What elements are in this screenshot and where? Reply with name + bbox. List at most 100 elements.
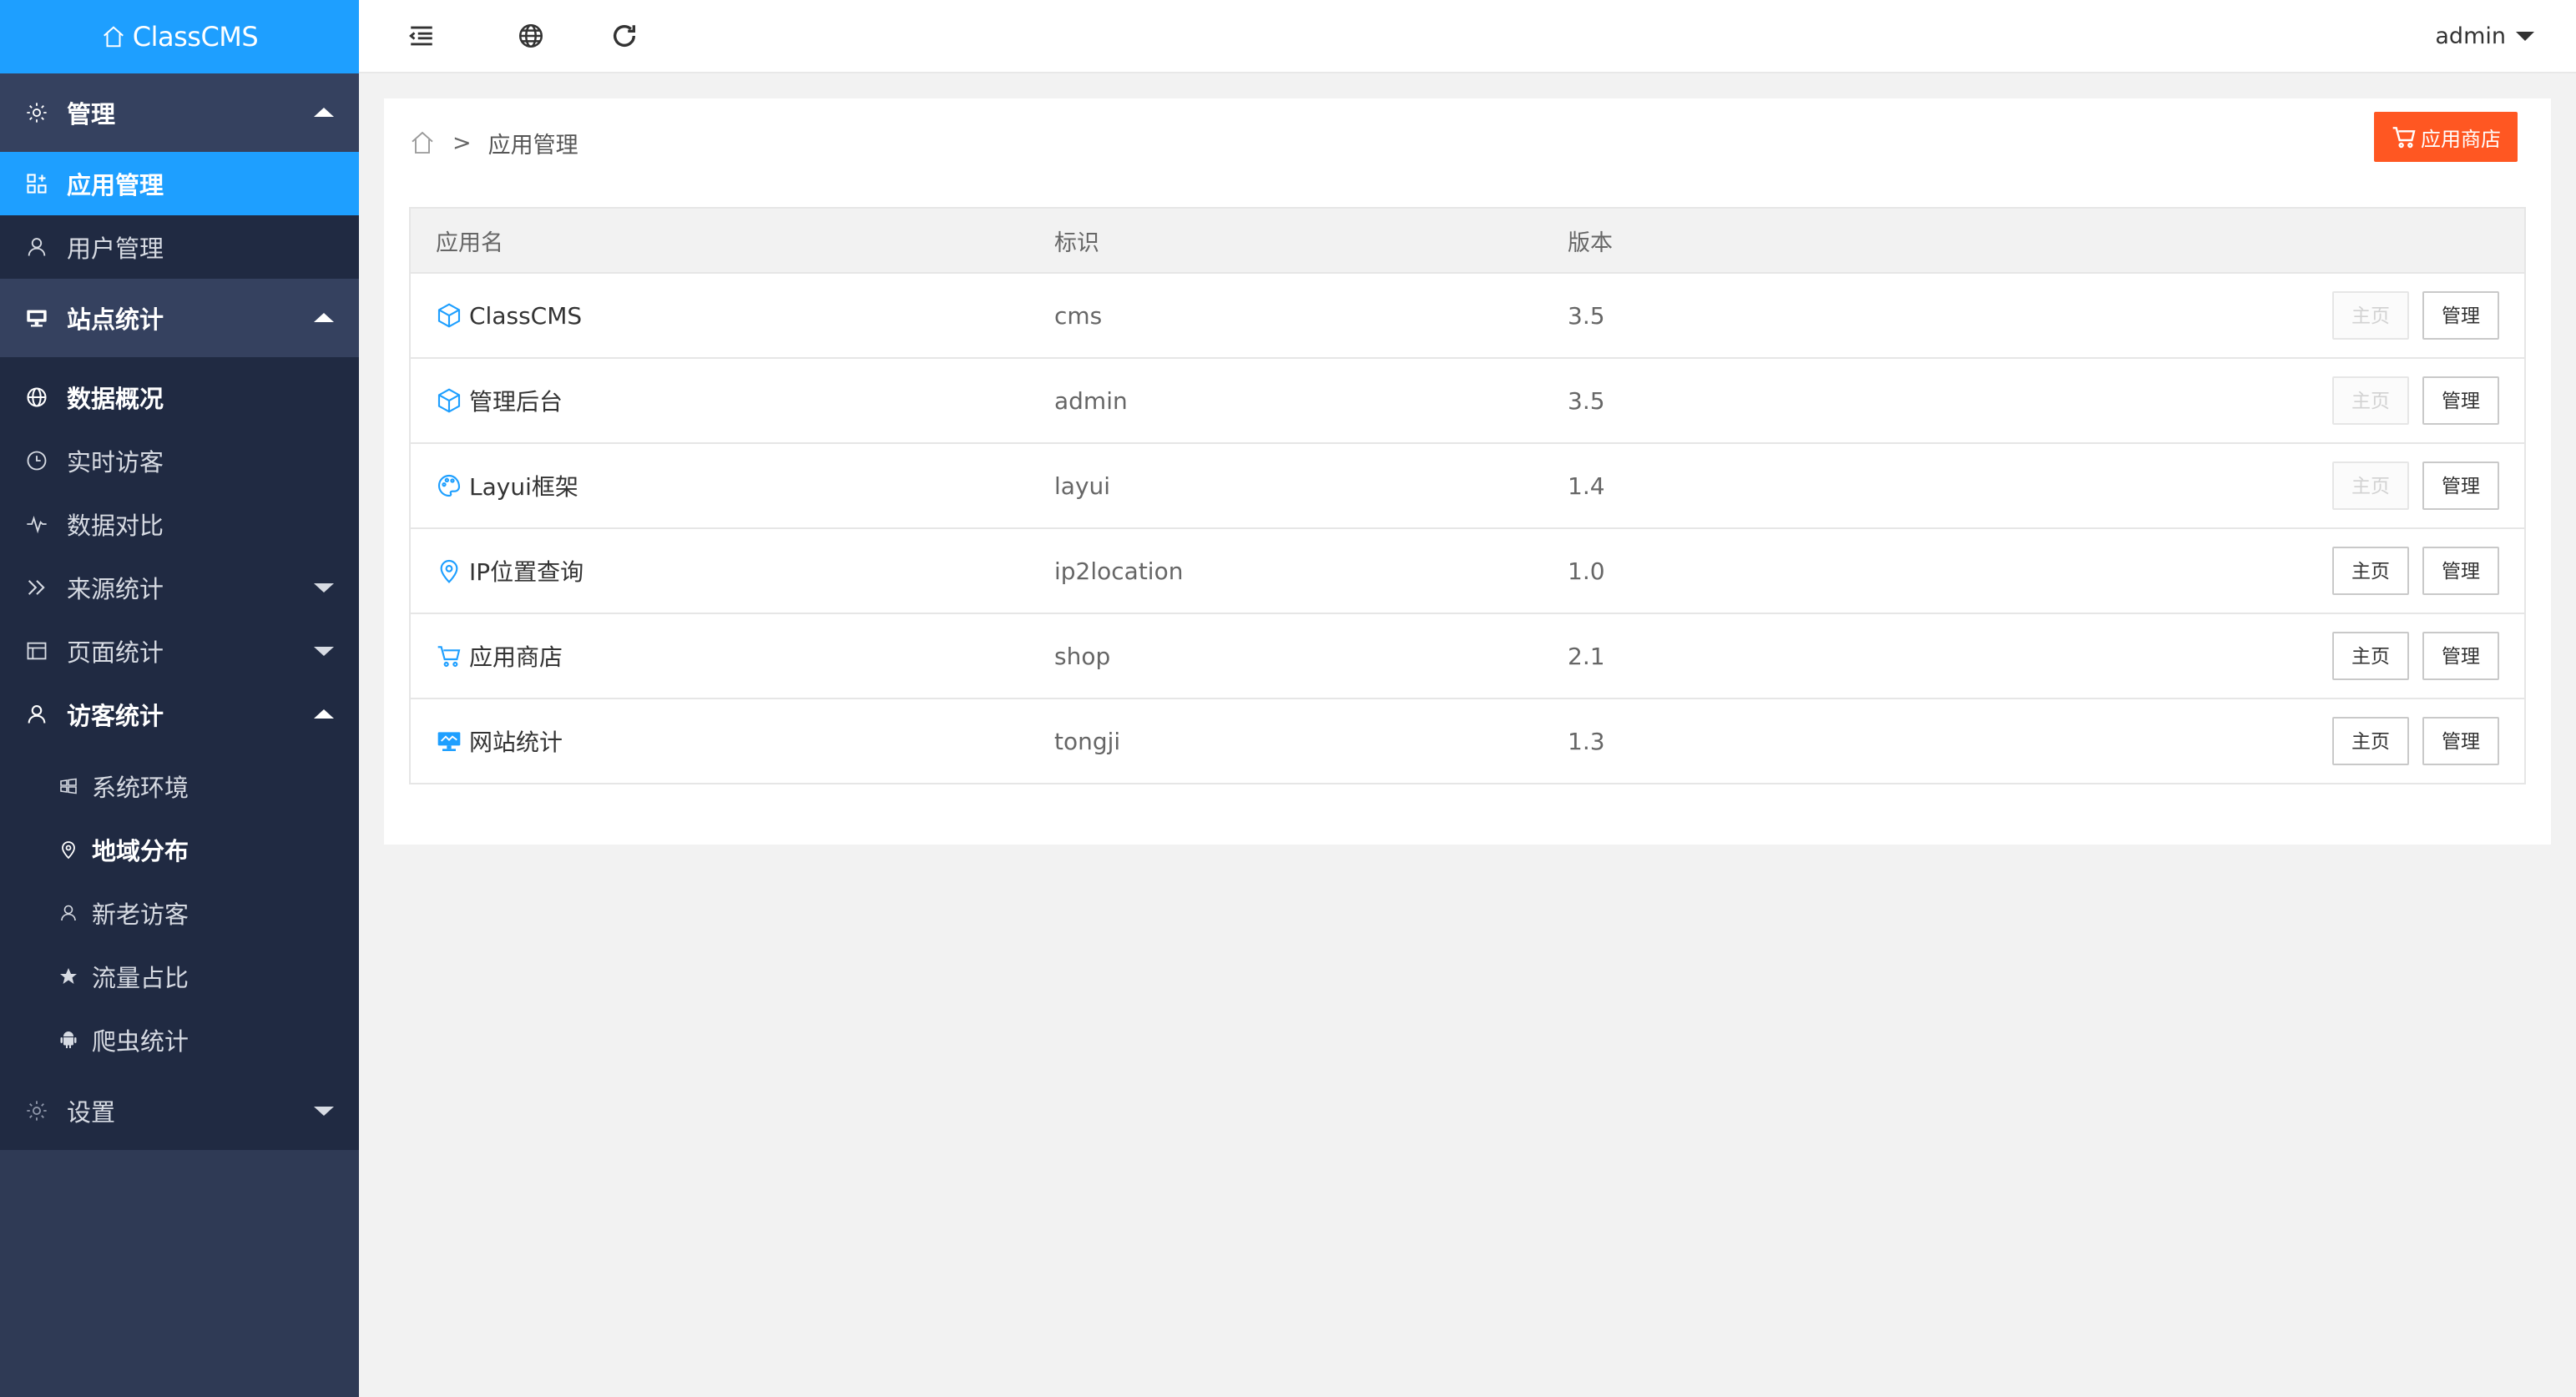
cube-icon [437, 388, 461, 413]
home-button[interactable]: 主页 [2332, 632, 2409, 680]
sidebar-item-label: 用户管理 [67, 235, 164, 263]
nav-group-stats[interactable]: 站点统计 [0, 279, 359, 357]
apps-icon [25, 172, 48, 195]
column-header-id: 标识 [1029, 208, 1543, 274]
globe-icon [25, 386, 48, 409]
sidebar-item-source[interactable]: 来源统计 [0, 556, 359, 619]
breadcrumb-separator: > [452, 129, 472, 156]
app-name: ClassCMS [469, 301, 583, 330]
sidebar-item-visitor-stats[interactable]: 访客统计 [0, 683, 359, 746]
gear-icon [25, 1099, 48, 1122]
manage-button[interactable]: 管理 [2422, 547, 2499, 595]
app-store-button[interactable]: 应用商店 [2374, 112, 2518, 162]
table-row: 应用商店 shop 2.1 主页 管理 [410, 613, 2525, 699]
star-icon [58, 966, 78, 986]
logo[interactable]: ClassCMS [0, 0, 359, 73]
app-id: layui [1029, 443, 1543, 529]
manage-button[interactable]: 管理 [2422, 291, 2499, 340]
caret-down-icon [314, 647, 334, 656]
main-card: > 应用管理 应用商店 应用名 标识 版本 ClassCMS cms 3.5 主… [384, 98, 2551, 845]
android-icon [58, 1030, 78, 1050]
column-header-name: 应用名 [410, 208, 1029, 274]
sidebar-item-user-manage[interactable]: 用户管理 [0, 215, 359, 279]
app-actions: 主页 管理 [2043, 358, 2525, 444]
gear-icon [25, 101, 48, 124]
sidebar-item-region[interactable]: 地域分布 [0, 818, 359, 881]
app-version: 3.5 [1543, 273, 2043, 359]
sidebar-item-label: 来源统计 [67, 575, 164, 603]
manage-button[interactable]: 管理 [2422, 717, 2499, 765]
apps-table: 应用名 标识 版本 ClassCMS cms 3.5 主页 管理 管理后台 ad… [409, 207, 2526, 784]
app-actions: 主页 管理 [2043, 613, 2525, 699]
manage-button[interactable]: 管理 [2422, 632, 2499, 680]
table-row: 管理后台 admin 3.5 主页 管理 [410, 358, 2525, 444]
app-version: 1.3 [1543, 698, 2043, 784]
table-row: IP位置查询 ip2location 1.0 主页 管理 [410, 528, 2525, 614]
home-icon[interactable] [409, 129, 436, 156]
manage-button[interactable]: 管理 [2422, 461, 2499, 510]
app-name: 网站统计 [469, 729, 563, 756]
sidebar-item-label: 实时访客 [67, 448, 164, 477]
pulse-icon [25, 512, 48, 536]
sidebar-item-label: 设置 [67, 1098, 116, 1127]
website-button[interactable] [484, 0, 578, 73]
app-id: admin [1029, 358, 1543, 444]
menu-fold-icon [409, 26, 432, 46]
sidebar-item-label: 数据对比 [67, 512, 164, 540]
app-name-cell: 网站统计 [410, 698, 1029, 784]
home-button: 主页 [2332, 461, 2409, 510]
home-button[interactable]: 主页 [2332, 547, 2409, 595]
app-id: cms [1029, 273, 1543, 359]
nav-group-label: 管理 [67, 100, 116, 129]
cart-icon [437, 646, 461, 668]
app-version: 3.5 [1543, 358, 2043, 444]
sidebar-item-label: 流量占比 [92, 964, 189, 992]
caret-up-icon [314, 313, 334, 322]
sidebar-item-app-manage[interactable]: 应用管理 [0, 152, 359, 215]
user-icon [58, 903, 78, 923]
sidebar-item-label: 地域分布 [92, 837, 189, 865]
toggle-sidebar-button[interactable] [359, 0, 484, 73]
sidebar-item-label: 新老访客 [92, 900, 189, 929]
logo-text: ClassCMS [132, 21, 259, 53]
app-actions: 主页 管理 [2043, 698, 2525, 784]
app-name: Layui框架 [469, 473, 578, 501]
sidebar-item-page-stats[interactable]: 页面统计 [0, 619, 359, 683]
sidebar-item-traffic-share[interactable]: 流量占比 [0, 945, 359, 1008]
manage-button[interactable]: 管理 [2422, 376, 2499, 425]
home-button: 主页 [2332, 376, 2409, 425]
refresh-button[interactable] [578, 0, 671, 73]
app-name-cell: ClassCMS [410, 273, 1029, 359]
sidebar-item-new-old-visitors[interactable]: 新老访客 [0, 881, 359, 945]
home-button[interactable]: 主页 [2332, 717, 2409, 765]
sidebar-item-system-env[interactable]: 系统环境 [0, 754, 359, 818]
sidebar-item-label: 数据概况 [67, 385, 164, 413]
sidebar-item-crawler[interactable]: 爬虫统计 [0, 1008, 359, 1072]
windows-icon [58, 776, 78, 796]
caret-down-icon [314, 583, 334, 593]
sidebar-item-label: 爬虫统计 [92, 1027, 189, 1056]
sidebar-item-settings[interactable]: 设置 [0, 1072, 359, 1150]
sidebar-item-data-overview[interactable]: 数据概况 [0, 366, 359, 429]
app-version: 2.1 [1543, 613, 2043, 699]
user-menu[interactable]: admin [2435, 23, 2534, 49]
sidebar-item-compare[interactable]: 数据对比 [0, 492, 359, 556]
column-header-version: 版本 [1543, 208, 2043, 274]
app-actions: 主页 管理 [2043, 528, 2525, 614]
app-root: ClassCMS 管理 应用管理 用户管理 站点统计 数据概况 实时访客 数据对… [0, 0, 2576, 1397]
caret-down-icon [2516, 31, 2534, 41]
app-store-label: 应用商店 [2421, 127, 2501, 151]
table-row: 网站统计 tongji 1.3 主页 管理 [410, 698, 2525, 784]
sidebar-item-realtime[interactable]: 实时访客 [0, 429, 359, 492]
nav-group-manage[interactable]: 管理 [0, 73, 359, 152]
monitor-icon [437, 732, 461, 751]
clock-icon [25, 449, 48, 472]
top-header: admin [359, 0, 2576, 73]
caret-down-icon [314, 1107, 334, 1116]
app-version: 1.4 [1543, 443, 2043, 529]
globe-icon [518, 23, 543, 48]
location-pin-icon [440, 559, 458, 583]
sidebar: ClassCMS 管理 应用管理 用户管理 站点统计 数据概况 实时访客 数据对… [0, 0, 359, 1397]
table-row: ClassCMS cms 3.5 主页 管理 [410, 273, 2525, 359]
monitor-icon [25, 306, 48, 330]
